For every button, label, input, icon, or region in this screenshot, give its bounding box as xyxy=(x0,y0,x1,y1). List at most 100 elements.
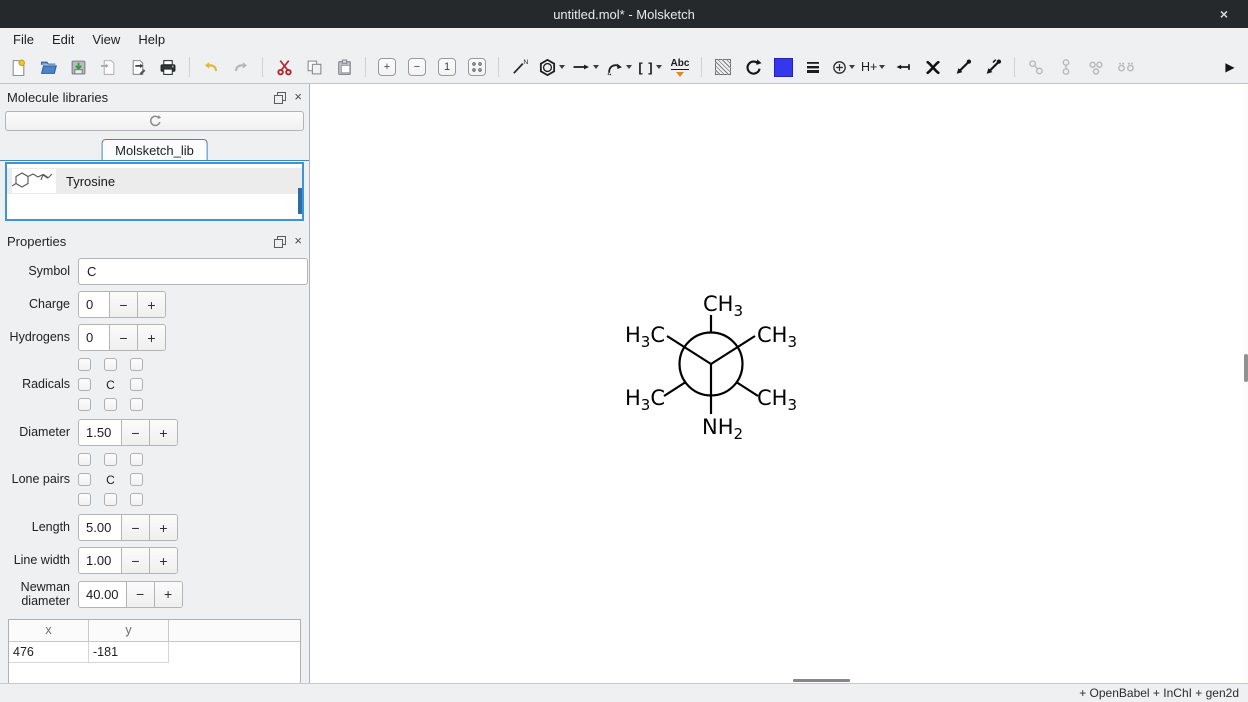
lone-pair-checkbox[interactable] xyxy=(104,453,117,466)
newman-diameter-decrement-button[interactable]: − xyxy=(126,582,154,607)
undo-button[interactable] xyxy=(199,54,223,80)
bracket-tool[interactable]: [ ] xyxy=(638,54,662,80)
line-width-increment-button[interactable]: + xyxy=(149,548,177,573)
lone-pair-checkbox[interactable] xyxy=(78,473,91,486)
diameter-spinbox[interactable]: 1.50 − + xyxy=(78,419,178,446)
newman-diameter-increment-button[interactable]: + xyxy=(154,582,182,607)
menu-help[interactable]: Help xyxy=(129,30,174,49)
lone-pair-checkbox[interactable] xyxy=(130,473,143,486)
line-width-button[interactable] xyxy=(801,54,825,80)
hydrogens-value[interactable]: 0 xyxy=(79,325,109,350)
save-button[interactable] xyxy=(66,54,90,80)
atom-label-top[interactable]: CH3 xyxy=(703,292,743,320)
menu-edit[interactable]: Edit xyxy=(43,30,83,49)
length-value[interactable]: 5.00 xyxy=(79,515,121,540)
draw-bond-tool[interactable]: N xyxy=(508,54,532,80)
ring-tool-dropdown[interactable] xyxy=(559,65,565,69)
vertical-scrollbar-thumb[interactable] xyxy=(1244,354,1248,382)
copy-button[interactable] xyxy=(302,54,326,80)
charge-spinbox[interactable]: 0 − + xyxy=(78,291,166,318)
radical-checkbox[interactable] xyxy=(78,378,91,391)
atom-label-bottom[interactable]: NH2 xyxy=(702,415,743,443)
zoom-in-button[interactable]: + xyxy=(375,54,399,80)
menu-file[interactable]: File xyxy=(4,30,43,49)
list-item-tyrosine[interactable]: Tyrosine xyxy=(7,168,302,194)
lasso-selection-tool[interactable] xyxy=(711,54,735,80)
open-file-button[interactable] xyxy=(36,54,60,80)
hydrogens-increment-button[interactable]: + xyxy=(137,325,165,350)
atom-label-upper-right[interactable]: CH3 xyxy=(757,323,797,351)
zoom-out-button[interactable]: − xyxy=(405,54,429,80)
length-increment-button[interactable]: + xyxy=(149,515,177,540)
align-tool-1[interactable] xyxy=(1024,54,1048,80)
connect-tool[interactable] xyxy=(891,54,915,80)
menu-view[interactable]: View xyxy=(83,30,129,49)
bond-back-lower-left[interactable] xyxy=(664,383,685,397)
tab-molsketch-lib[interactable]: Molsketch_lib xyxy=(101,139,208,161)
paste-button[interactable] xyxy=(332,54,356,80)
lone-pair-checkbox[interactable] xyxy=(104,493,117,506)
lone-pair-checkbox[interactable] xyxy=(130,453,143,466)
import-button[interactable] xyxy=(96,54,120,80)
charge-decrement-button[interactable]: − xyxy=(109,292,137,317)
newman-diameter-spinbox[interactable]: 40.00 − + xyxy=(78,581,183,608)
drawing-canvas[interactable]: CH3 H3C CH3 H3C CH3 NH2 xyxy=(310,84,1248,683)
align-tool-3[interactable] xyxy=(1084,54,1108,80)
mechanism-push-tool[interactable] xyxy=(951,54,975,80)
radical-checkbox[interactable] xyxy=(130,398,143,411)
mechanism-pull-tool[interactable] xyxy=(981,54,1005,80)
library-list[interactable]: Tyrosine xyxy=(5,162,304,221)
text-tool[interactable]: Abc xyxy=(668,54,692,80)
bracket-tool-dropdown[interactable] xyxy=(656,65,662,69)
rotate-tool[interactable] xyxy=(741,54,765,80)
align-tool-2[interactable] xyxy=(1054,54,1078,80)
radical-checkbox[interactable] xyxy=(130,378,143,391)
hydrogen-tool[interactable]: H+ xyxy=(861,54,885,80)
atom-label-upper-left[interactable]: H3C xyxy=(625,323,665,351)
close-window-button[interactable]: × xyxy=(1212,0,1236,28)
reaction-arrow-dropdown[interactable] xyxy=(593,65,599,69)
library-list-scrollbar[interactable] xyxy=(298,188,302,214)
delete-tool[interactable] xyxy=(921,54,945,80)
symbol-input[interactable]: C xyxy=(78,258,308,285)
bond-back-lower-right[interactable] xyxy=(737,383,758,397)
radical-checkbox[interactable] xyxy=(104,358,117,371)
lone-pair-checkbox[interactable] xyxy=(78,493,91,506)
align-tool-4[interactable] xyxy=(1114,54,1138,80)
lone-pair-checkbox[interactable] xyxy=(130,493,143,506)
refresh-libraries-button[interactable] xyxy=(5,111,304,131)
radical-checkbox[interactable] xyxy=(104,398,117,411)
length-decrement-button[interactable]: − xyxy=(121,515,149,540)
atom-label-lower-left[interactable]: H3C xyxy=(625,386,665,414)
diameter-increment-button[interactable]: + xyxy=(149,420,177,445)
print-button[interactable] xyxy=(156,54,180,80)
charge-tool-dropdown[interactable] xyxy=(849,65,855,69)
ring-tool[interactable] xyxy=(538,54,565,80)
newman-projection-molecule[interactable]: CH3 H3C CH3 H3C CH3 NH2 xyxy=(310,84,1245,682)
zoom-original-button[interactable]: 1 xyxy=(435,54,459,80)
horizontal-scrollbar-thumb[interactable] xyxy=(793,679,850,682)
hydrogens-decrement-button[interactable]: − xyxy=(109,325,137,350)
line-width-spinbox[interactable]: 1.00 − + xyxy=(78,547,178,574)
cut-button[interactable] xyxy=(272,54,296,80)
mechanism-arrow-dropdown[interactable] xyxy=(626,65,632,69)
new-document-button[interactable] xyxy=(6,54,30,80)
radical-checkbox[interactable] xyxy=(130,358,143,371)
toolbar-overflow-button[interactable]: ▶ xyxy=(1218,54,1242,80)
reaction-arrow-tool[interactable] xyxy=(571,54,599,80)
length-spinbox[interactable]: 5.00 − + xyxy=(78,514,178,541)
canvas-vertical-scrollbar[interactable] xyxy=(1243,84,1248,683)
charge-value[interactable]: 0 xyxy=(79,292,109,317)
coordinate-y-cell[interactable]: -181 xyxy=(89,642,169,663)
diameter-decrement-button[interactable]: − xyxy=(121,420,149,445)
zoom-fit-button[interactable] xyxy=(465,54,489,80)
hydrogens-spinbox[interactable]: 0 − + xyxy=(78,324,166,351)
radical-checkbox[interactable] xyxy=(78,358,91,371)
text-tool-dropdown[interactable] xyxy=(676,72,684,77)
export-button[interactable] xyxy=(126,54,150,80)
radical-checkbox[interactable] xyxy=(78,398,91,411)
color-swatch-button[interactable] xyxy=(771,54,795,80)
diameter-value[interactable]: 1.50 xyxy=(79,420,121,445)
mechanism-arrow-tool[interactable] xyxy=(605,54,632,80)
float-panel-icon[interactable] xyxy=(274,92,284,102)
